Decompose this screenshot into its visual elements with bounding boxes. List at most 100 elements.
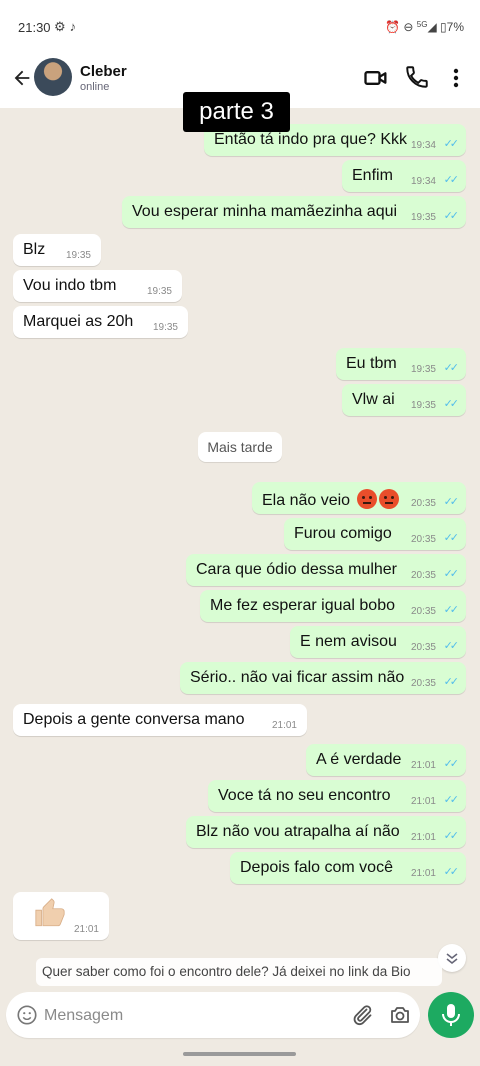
message-outgoing[interactable]: Cara que ódio dessa mulher 20:35 ✓✓ [186,554,466,586]
message-text: Depois falo com você [240,859,393,876]
read-check-icon: ✓✓ [443,568,460,580]
message-text: A é verdade [316,751,402,768]
message-incoming-sticker[interactable]: 21:01 [13,892,109,940]
message-outgoing[interactable]: E nem avisou 20:35 ✓✓ [290,626,466,658]
read-check-icon: ✓✓ [443,758,460,770]
message-text: Depois a gente conversa mano [23,711,245,728]
message-text: Então tá indo pra que? Kkk [214,131,408,148]
message-outgoing[interactable]: Me fez esperar igual bobo 20:35 ✓✓ [200,590,466,622]
attach-icon[interactable] [350,1003,374,1027]
message-outgoing[interactable]: Sério.. não vai ficar assim não 20:35 ✓✓ [180,662,466,694]
message-text: Eu tbm [346,355,397,372]
message-incoming[interactable]: Vou indo tbm 19:35 [13,270,182,302]
message-text: Cara que ódio dessa mulher [196,561,398,578]
read-check-icon: ✓✓ [443,604,460,616]
message-outgoing[interactable]: Blz não vou atrapalha aí não 21:01 ✓✓ [186,816,466,848]
message-text: Ela não veio [262,492,351,509]
read-check-icon: ✓✓ [443,398,460,410]
message-text: Me fez esperar igual bobo [210,597,395,614]
read-check-icon: ✓✓ [443,532,460,544]
message-time: 20:35 [410,498,436,509]
message-incoming[interactable]: Blz 19:35 [13,234,101,266]
contact-status: online [80,81,110,93]
mic-button[interactable] [428,992,474,1038]
message-time: 21:01 [410,796,436,807]
message-input[interactable] [42,1000,326,1032]
avatar[interactable] [34,58,72,96]
status-time: 21:30 [18,20,51,35]
read-check-icon: ✓✓ [443,676,460,688]
caption-banner: Quer saber como foi o encontro dele? Já … [36,958,442,986]
battery-icon: ▯ [440,20,447,34]
message-time: 20:35 [410,678,436,689]
network-label: 5G [416,20,428,29]
dnd-icon: ⊖ [403,20,414,34]
thumbs-up-icon [33,896,67,938]
read-check-icon: ✓✓ [443,866,460,878]
read-check-icon: ✓✓ [443,794,460,806]
message-time: 21:01 [271,720,297,731]
contact-name[interactable]: Cleber [80,63,127,80]
message-text: Marquei as 20h [23,313,134,330]
voice-call-icon[interactable] [404,64,432,92]
message-time: 19:35 [65,250,91,261]
battery-level: 7% [446,20,464,34]
alarm-icon: ⏰ [385,20,401,34]
message-time: 21:01 [410,868,436,879]
more-options-icon[interactable] [446,64,466,92]
message-outgoing[interactable]: Depois falo com você 21:01 ✓✓ [230,852,466,884]
scroll-down-button[interactable] [438,944,466,972]
message-text: Sério.. não vai ficar assim não [190,669,405,686]
message-text: Enfim [352,167,393,184]
read-check-icon: ✓✓ [443,496,460,508]
message-time: 20:35 [410,570,436,581]
home-indicator[interactable] [183,1052,296,1056]
mic-icon [442,1004,460,1026]
message-outgoing[interactable]: Vou esperar minha mamãezinha aqui 19:35 ✓… [122,196,466,228]
angry-face-icon [378,489,399,509]
message-time: 19:35 [410,364,436,375]
message-outgoing[interactable]: A é verdade 21:01 ✓✓ [306,744,466,776]
emoji-icon[interactable] [16,1004,38,1026]
message-time: 21:01 [73,924,99,935]
message-time: 19:34 [410,140,436,151]
status-right: ⏰ ⊖ 5G◢ ▯7% [385,20,464,34]
read-check-icon: ✓✓ [443,210,460,222]
message-time: 21:01 [410,832,436,843]
video-call-icon[interactable] [362,64,390,92]
message-time: 20:35 [410,642,436,653]
camera-icon[interactable] [388,1003,412,1027]
angry-face-icon [356,489,377,509]
read-check-icon: ✓✓ [443,138,460,150]
message-composer [6,992,420,1038]
message-incoming[interactable]: Marquei as 20h 19:35 [13,306,188,338]
message-time: 19:35 [152,322,178,333]
message-text: Blz [23,241,46,258]
message-time: 19:35 [410,400,436,411]
message-outgoing[interactable]: Ela não veio 20:35 ✓✓ [252,482,466,514]
message-outgoing[interactable]: Voce tá no seu encontro 21:01 ✓✓ [208,780,466,812]
message-outgoing[interactable]: Vlw ai 19:35 ✓✓ [342,384,466,416]
message-time: 19:35 [410,212,436,223]
message-outgoing[interactable]: Furou comigo 20:35 ✓✓ [284,518,466,550]
settings-icon: ⚙ [54,19,70,34]
message-incoming[interactable]: Depois a gente conversa mano 21:01 [13,704,307,736]
message-text: Furou comigo [294,525,392,542]
message-outgoing[interactable]: Eu tbm 19:35 ✓✓ [336,348,466,380]
message-time: 20:35 [410,606,436,617]
message-time: 20:35 [410,534,436,545]
message-text: Vlw ai [352,391,395,408]
message-text: Vou indo tbm [23,277,117,294]
chat-area[interactable]: Então tá indo pra que? Kkk 19:34 ✓✓ Enfim… [0,108,480,988]
read-check-icon: ✓✓ [443,362,460,374]
read-check-icon: ✓✓ [443,830,460,842]
message-text: Voce tá no seu encontro [218,787,391,804]
read-check-icon: ✓✓ [443,174,460,186]
message-time: 19:34 [410,176,436,187]
read-check-icon: ✓✓ [443,640,460,652]
message-text: E nem avisou [300,633,397,650]
message-outgoing[interactable]: Enfim 19:34 ✓✓ [342,160,466,192]
system-message-date: Mais tarde [198,432,282,462]
signal-icon: ◢ [427,20,437,34]
message-text: Vou esperar minha mamãezinha aqui [132,203,398,220]
